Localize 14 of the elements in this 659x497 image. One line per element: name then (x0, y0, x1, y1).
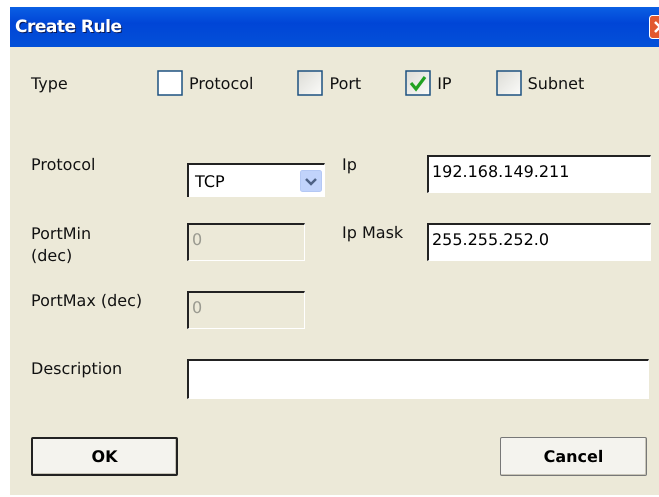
port-max-label: PortMax (dec) (31, 291, 144, 310)
protocol-label: Protocol (31, 155, 96, 174)
description-label: Description (31, 359, 124, 380)
protocol-dropdown[interactable]: TCP (187, 163, 325, 197)
ip-field[interactable]: 192.168.149.211 (427, 155, 651, 193)
checkbox-label[interactable]: Protocol (189, 74, 254, 92)
window-title: Create Rule (14, 17, 122, 37)
type-label: Type (31, 74, 69, 92)
ip-label: Ip (341, 155, 358, 174)
dialog-button[interactable]: OK (31, 437, 178, 476)
dialog-button[interactable]: Cancel (500, 437, 647, 476)
port-min-label: PortMin (dec) (31, 223, 92, 267)
ip-mask-field[interactable]: 255.255.252.0 (427, 223, 651, 261)
ip-mask-label: Ip Mask (341, 223, 404, 242)
